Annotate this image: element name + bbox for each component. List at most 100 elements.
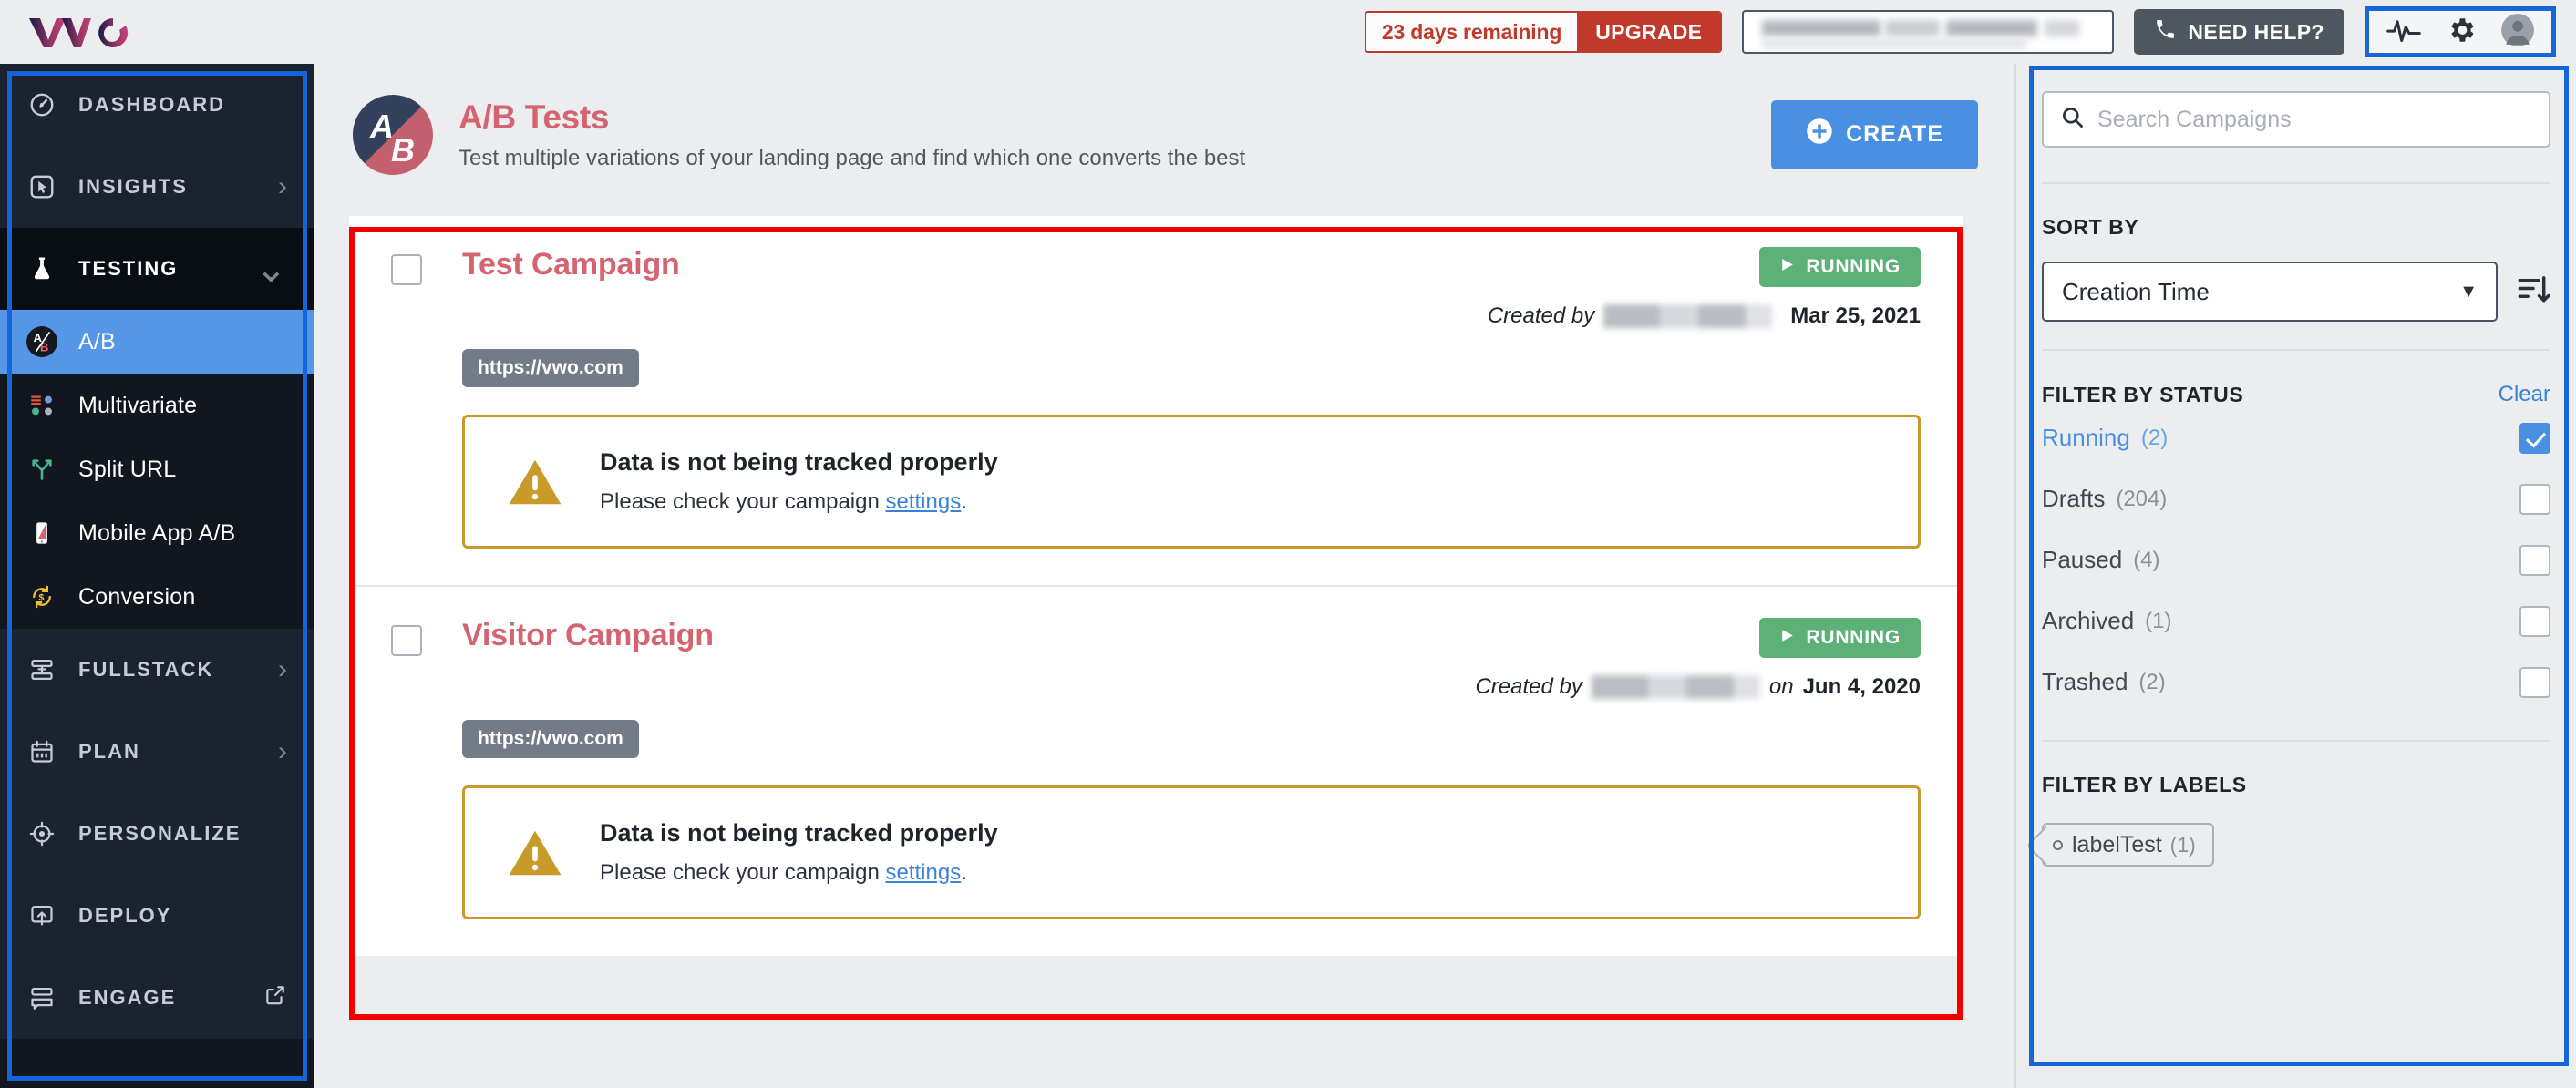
status-filter-checkbox[interactable]: [2519, 666, 2550, 698]
create-button[interactable]: CREATE: [1771, 99, 1978, 169]
created-by-row: Created by on Jun 4, 2020: [1475, 674, 1921, 700]
status-filter-count: (2): [2138, 669, 2166, 694]
search-icon: [2060, 105, 2085, 134]
sidebar: DASHBOARD INSIGHTS › TESTING ⌄ A B A/B Multivari…: [0, 64, 314, 1088]
campaign-checkbox[interactable]: [391, 625, 422, 656]
sort-by-select[interactable]: Creation Time ▼: [2042, 262, 2498, 322]
sidebar-item-a-b[interactable]: A B A/B: [0, 310, 314, 374]
sidebar-item-label: Split URL: [78, 456, 177, 482]
alert-text-after: .: [961, 489, 967, 514]
campaign-url-badge[interactable]: https://vwo.com: [462, 720, 639, 758]
created-by-author-redacted: [1603, 304, 1773, 328]
campaign-name[interactable]: Test Campaign: [462, 247, 680, 282]
status-filter-archived[interactable]: Archived (1): [2042, 590, 2550, 652]
status-filter-trashed[interactable]: Trashed (2): [2042, 652, 2550, 713]
status-badge[interactable]: RUNNING: [1759, 247, 1921, 287]
page-header-text: A/B Tests Test multiple variations of yo…: [459, 98, 1245, 171]
sidebar-item-split-url[interactable]: Split URL: [0, 437, 314, 501]
status-filter-checkbox[interactable]: [2519, 605, 2550, 637]
upgrade-button[interactable]: UPGRADE: [1577, 13, 1721, 51]
campaign-checkbox[interactable]: [391, 254, 422, 285]
create-button-label: CREATE: [1846, 121, 1943, 147]
status-filter-checkbox[interactable]: [2519, 544, 2550, 576]
alert-text-before: Please check your campaign: [600, 860, 886, 885]
search-input[interactable]: [2097, 106, 2532, 133]
sort-direction-icon[interactable]: [2516, 272, 2550, 312]
ab-tests-badge-icon: A B: [353, 94, 433, 175]
campaign-card: Test Campaign RUNNING Created by Mar 25,…: [349, 216, 1963, 585]
status-filter-drafts[interactable]: Drafts (204): [2042, 468, 2550, 529]
play-icon: [1779, 256, 1795, 278]
campaign-url-badge[interactable]: https://vwo.com: [462, 349, 639, 387]
settings-link[interactable]: settings: [886, 860, 962, 885]
warning-triangle-icon: [501, 825, 569, 881]
chevron-right-icon[interactable]: ›: [278, 656, 287, 683]
sidebar-item-conversion[interactable]: $ Conversion: [0, 565, 314, 629]
sidebar-item-engage[interactable]: ENGAGE: [0, 957, 314, 1039]
vwo-logo[interactable]: [26, 11, 146, 53]
chevron-right-icon[interactable]: ›: [278, 173, 287, 200]
sort-by-value: Creation Time: [2062, 277, 2210, 305]
sidebar-item-fullstack[interactable]: FULLSTACK ›: [0, 629, 314, 711]
engage-stack-icon: [24, 985, 60, 1011]
sort-row: Creation Time ▼: [2042, 262, 2550, 322]
sidebar-item-label: Multivariate: [78, 392, 198, 418]
label-chip-name: labelTest: [2072, 831, 2162, 857]
chevron-right-icon[interactable]: ›: [278, 738, 287, 765]
external-link-icon[interactable]: [263, 983, 287, 1012]
status-filter-section: FILTER BY STATUS Clear Running (2) Draft…: [2042, 349, 2550, 740]
sidebar-item-multivariate[interactable]: Multivariate: [0, 374, 314, 437]
status-filter-checkbox[interactable]: [2519, 483, 2550, 515]
user-avatar-icon[interactable]: [2500, 13, 2535, 52]
sidebar-item-plan[interactable]: PLAN ›: [0, 711, 314, 793]
label-filter-chip[interactable]: labelTest (1): [2042, 823, 2214, 867]
activity-pulse-icon[interactable]: [2385, 16, 2422, 48]
status-filter-count: (204): [2116, 486, 2168, 511]
target-icon: [24, 821, 60, 847]
svg-text:$: $: [39, 592, 45, 603]
campaign-meta: RUNNING Created by Mar 25, 2021: [1488, 247, 1921, 329]
account-selector[interactable]: [1742, 10, 2115, 54]
stack-server-icon: [24, 657, 60, 683]
clear-filters-button[interactable]: Clear: [2499, 382, 2550, 407]
sidebar-item-testing[interactable]: TESTING ⌄: [0, 228, 314, 310]
sidebar-item-mobile-app-a-b[interactable]: Mobile App A/B: [0, 501, 314, 565]
campaign-list-wrapper: Test Campaign RUNNING Created by Mar 25,…: [314, 216, 2014, 1020]
page-subtitle: Test multiple variations of your landing…: [459, 145, 1246, 170]
need-help-button[interactable]: NEED HELP?: [2134, 9, 2344, 55]
sidebar-item-label: INSIGHTS: [78, 175, 188, 198]
split-fork-icon: [24, 457, 60, 482]
tracking-alert-title: Data is not being tracked properly: [600, 819, 998, 847]
status-badge[interactable]: RUNNING: [1759, 618, 1921, 658]
vwo-app-window: 23 days remaining UPGRADE NEED HELP? DAS…: [0, 0, 2576, 1088]
top-bar-right: 23 days remaining UPGRADE NEED HELP?: [1364, 6, 2576, 57]
sidebar-item-insights[interactable]: INSIGHTS ›: [0, 146, 314, 228]
warning-triangle-icon: [501, 454, 569, 510]
chevron-down-icon[interactable]: ⌄: [255, 250, 287, 288]
sidebar-item-label: PERSONALIZE: [78, 822, 242, 845]
search-box[interactable]: [2042, 91, 2550, 148]
created-by-prefix: Created by: [1487, 303, 1595, 328]
tracking-alert-title: Data is not being tracked properly: [600, 448, 998, 476]
sidebar-item-dashboard[interactable]: DASHBOARD: [0, 64, 314, 146]
status-heading-label: FILTER BY STATUS: [2042, 382, 2244, 406]
sidebar-item-deploy[interactable]: DEPLOY: [0, 875, 314, 957]
ab-circle-icon: AB: [24, 325, 60, 358]
chevron-down-icon: ▼: [2459, 281, 2478, 302]
sort-section: SORT BY Creation Time ▼: [2042, 182, 2550, 349]
status-filter-paused[interactable]: Paused (4): [2042, 529, 2550, 590]
filter-panel: SORT BY Creation Time ▼: [2014, 64, 2576, 1088]
settings-link[interactable]: settings: [886, 489, 962, 514]
gear-icon[interactable]: [2446, 15, 2477, 50]
created-by-row: Created by Mar 25, 2021: [1488, 303, 1921, 329]
sidebar-item-personalize[interactable]: PERSONALIZE: [0, 793, 314, 875]
campaign-name[interactable]: Visitor Campaign: [462, 618, 714, 653]
tracking-alert-body: Data is not being tracked properly Pleas…: [600, 819, 998, 886]
label-chip-count: (1): [2169, 832, 2196, 857]
status-filter-running[interactable]: Running (2): [2042, 407, 2550, 468]
status-filter-checkbox[interactable]: [2519, 422, 2550, 454]
search-section: [2042, 64, 2550, 182]
tracking-alert-text: Please check your campaign settings.: [600, 489, 998, 515]
trial-upgrade-pill[interactable]: 23 days remaining UPGRADE: [1364, 11, 1723, 53]
status-filter-name: Trashed: [2042, 668, 2128, 695]
